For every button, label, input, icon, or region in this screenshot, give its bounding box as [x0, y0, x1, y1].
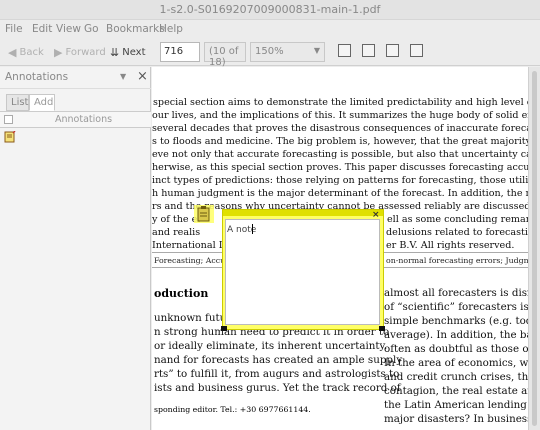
keywords-left: Forecasting; Accu	[154, 256, 226, 265]
menu-go[interactable]: Go	[84, 23, 99, 35]
app-window: 1-s2.0-S0169207009000831-main-1.pdf File…	[0, 0, 540, 430]
abstract-line: herwise, as this special section proves.…	[152, 162, 528, 173]
body-line: and credit crunch crises, the Inter	[384, 371, 528, 383]
fit-width-icon[interactable]	[410, 44, 423, 57]
sidebar-title[interactable]: Annotations	[5, 71, 68, 83]
section-heading: oduction	[154, 287, 209, 300]
resize-handle[interactable]	[379, 326, 385, 331]
window-title: 1-s2.0-S0169207009000831-main-1.pdf	[0, 0, 540, 20]
next-button[interactable]: ⇊ Next	[110, 46, 146, 59]
body-line: In the area of economics, who pri	[384, 357, 528, 369]
body-line: often as doubtful as those of aug	[384, 343, 528, 355]
sidebar: Annotations ▼ × List Add Annotations	[0, 67, 151, 430]
abstract-line: special section aims to demonstrate the …	[153, 97, 528, 108]
body-line: or ideally eliminate, its inherent uncer…	[154, 340, 388, 352]
body-line: simple benchmarks (e.g. tod	[384, 315, 528, 327]
note-textarea[interactable]: A note	[225, 219, 380, 325]
menu-view[interactable]: View	[56, 23, 81, 35]
body-line: rts” to fulfill it, from augurs and astr…	[154, 368, 400, 380]
resize-handle[interactable]	[221, 326, 227, 331]
menubar: File Edit View Go Bookmarks Help	[0, 20, 540, 38]
body-line: major disasters? In business,	[384, 413, 528, 425]
tab-add[interactable]: Add	[29, 94, 55, 111]
zoom-value: 150%	[255, 46, 284, 57]
back-arrow-icon: ◀	[8, 46, 17, 59]
menu-help[interactable]: Help	[159, 23, 183, 35]
note-popup[interactable]: × A note	[222, 209, 384, 330]
menu-bookmarks[interactable]: Bookmarks	[106, 23, 165, 35]
select-all-checkbox[interactable]	[4, 115, 13, 124]
note-annotation-icon[interactable]	[194, 205, 214, 223]
next-icon: ⇊	[110, 46, 120, 59]
scroll-thumb[interactable]	[532, 71, 537, 426]
abstract-line: delusions related to forecasting.	[386, 227, 528, 238]
body-line: average). In addition, the basis o	[384, 329, 528, 341]
body-line: almost all forecasters is dismal.	[384, 287, 528, 299]
body-line: nand for forecasts has created an ample …	[154, 354, 403, 366]
note-annotation-icon[interactable]	[4, 131, 16, 143]
tab-list[interactable]: List	[6, 94, 29, 111]
back-button[interactable]: ◀ Back	[8, 46, 44, 59]
close-icon[interactable]: ×	[137, 69, 148, 84]
abstract-line: several decades that proves the disastro…	[152, 123, 528, 134]
body-line: of “scientific” forecasters is ofter	[384, 301, 528, 313]
page-count: (10 of 18)	[204, 42, 246, 68]
zoom-select[interactable]: 150% ▼	[250, 42, 325, 62]
abstract-line: er B.V. All rights reserved.	[386, 240, 515, 251]
body-line: ists and business gurus. Yet the track r…	[154, 382, 401, 394]
abstract-line: h human judgment is the major determinan…	[152, 188, 528, 199]
menu-edit[interactable]: Edit	[32, 23, 52, 35]
abstract-line: s to floods and medicine. The big proble…	[152, 136, 528, 147]
abstract-line: and realis	[152, 227, 201, 238]
page-number-input[interactable]: 716	[160, 42, 200, 62]
forward-arrow-icon: ▶	[54, 46, 63, 59]
popup-titlebar[interactable]	[223, 210, 383, 216]
text-cursor	[252, 224, 253, 234]
abstract-line: our lives, and the implications of this.…	[152, 110, 528, 121]
continuous-view-icon[interactable]	[338, 44, 351, 57]
footnote: sponding editor. Tel.: +30 6977661144.	[154, 405, 311, 414]
abstract-line: inct types of predictions: those relying…	[152, 175, 528, 186]
abstract-line: eve not only that accurate forecasting i…	[152, 149, 528, 160]
forward-button[interactable]: ▶ Forward	[54, 46, 106, 59]
body-line: the Latin American lending cal	[384, 399, 528, 411]
keywords-right: on-normal forecasting errors; Judgmenta	[386, 256, 528, 265]
menu-file[interactable]: File	[5, 23, 23, 35]
sidebar-header: Annotations ▼ ×	[0, 67, 151, 89]
fit-page-icon[interactable]	[386, 44, 399, 57]
chevron-down-icon[interactable]: ▼	[120, 72, 126, 81]
chevron-down-icon: ▼	[313, 46, 320, 55]
column-label: Annotations	[55, 114, 113, 125]
body-line: contagion, the real estate and sav	[384, 385, 528, 397]
vertical-scrollbar[interactable]	[528, 67, 540, 430]
annotations-column-header[interactable]: Annotations	[0, 111, 151, 128]
dual-page-icon[interactable]	[362, 44, 375, 57]
abstract-line: ell as some concluding remarks emp	[387, 214, 528, 225]
